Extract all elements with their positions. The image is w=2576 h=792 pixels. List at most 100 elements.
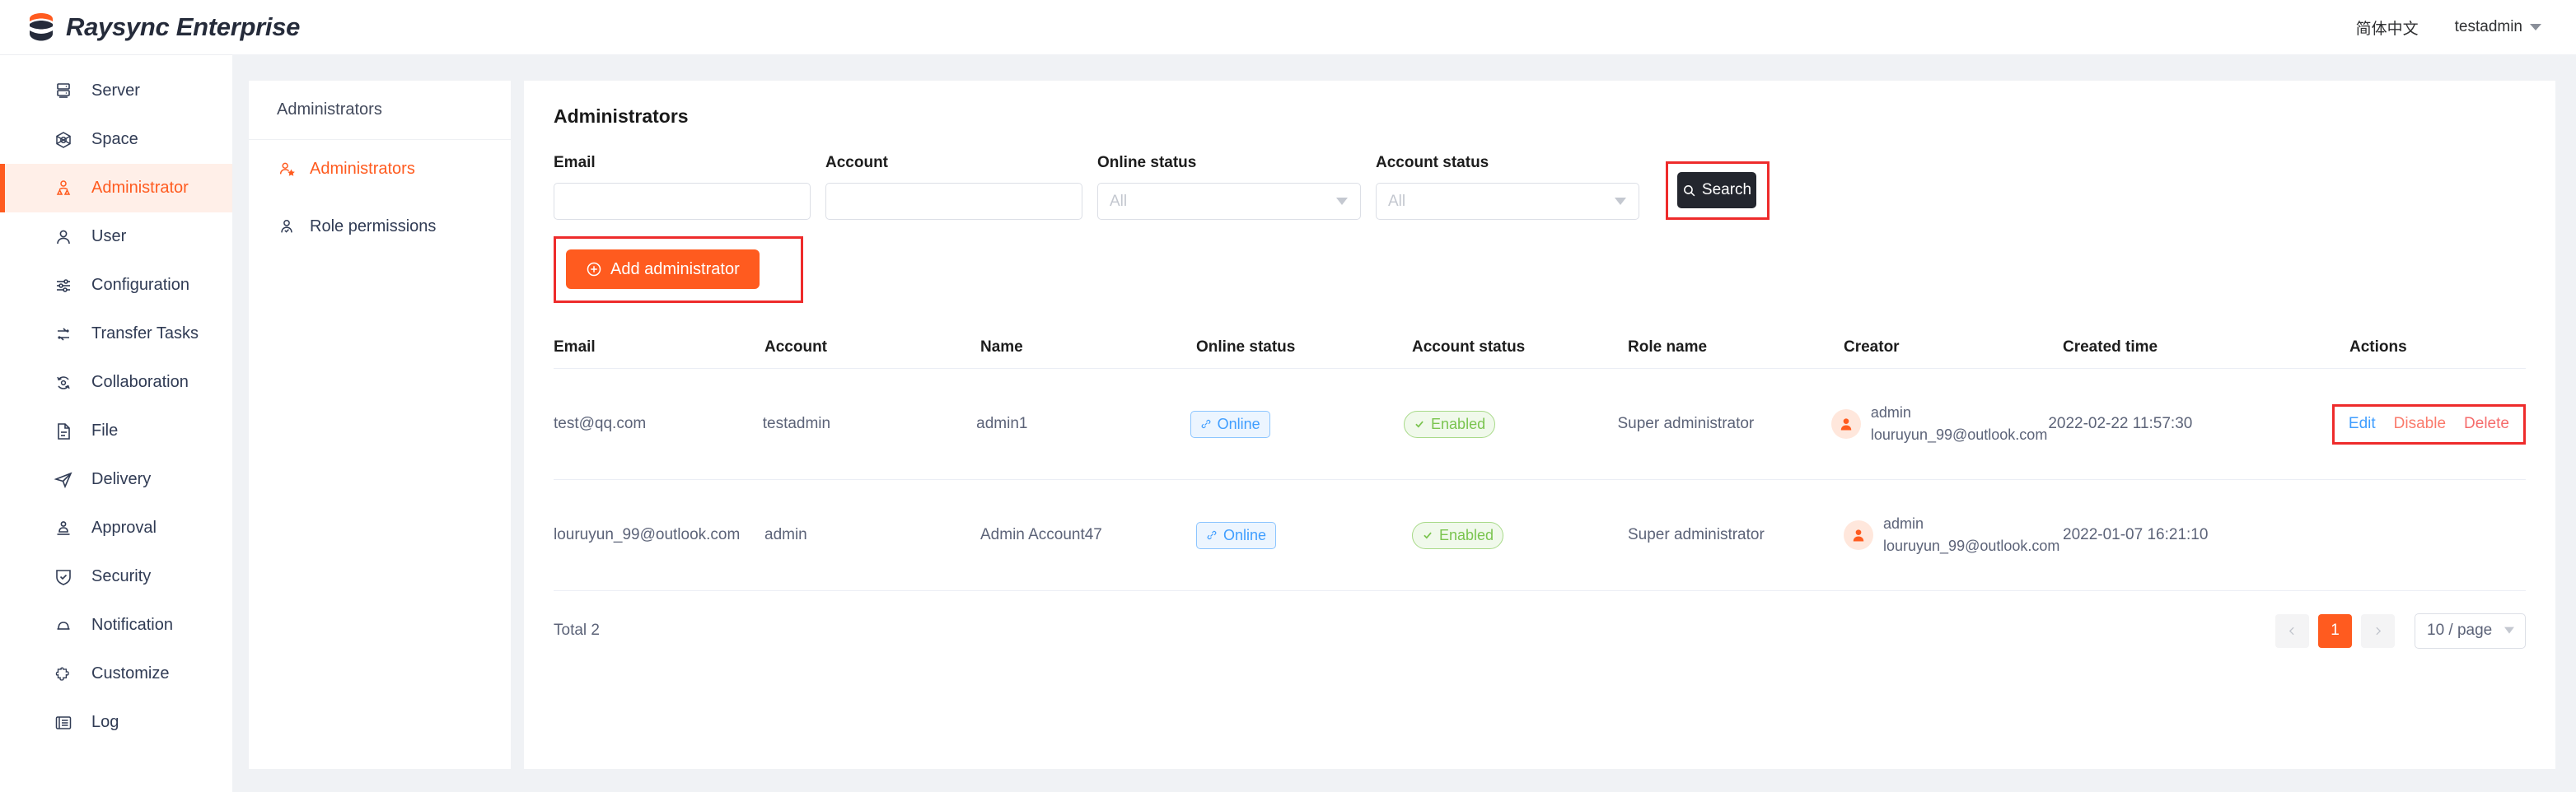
email-input[interactable] — [554, 183, 811, 220]
filter-online-status-label: Online status — [1097, 154, 1197, 171]
sidebar-item-notification[interactable]: Notification — [0, 601, 232, 650]
creator-text: admin louruyun_99@outlook.com — [1871, 402, 2047, 446]
language-switch[interactable]: 简体中文 — [2356, 16, 2419, 39]
user-menu[interactable]: testadmin — [2455, 18, 2541, 36]
user-icon — [53, 226, 74, 248]
pager-controls: 1 10 / page — [2275, 613, 2526, 649]
page-title: Administrators — [554, 105, 689, 127]
prev-page-button[interactable] — [2275, 613, 2309, 648]
account-status-select[interactable]: All — [1376, 183, 1639, 220]
account-input[interactable] — [825, 183, 1082, 220]
subnav-item-role-permissions[interactable]: Role permissions — [249, 198, 511, 255]
brand-name: Raysync Enterprise — [66, 12, 301, 41]
sidebar-item-file[interactable]: File — [0, 407, 232, 455]
filter-email-label: Email — [554, 154, 596, 171]
add-administrator-button[interactable]: Add administrator — [566, 249, 760, 289]
subnav-item-administrators[interactable]: Administrators — [249, 140, 511, 198]
sidebar-item-administrator[interactable]: Administrator — [0, 164, 232, 212]
cell-created-time: 2022-01-07 16:21:10 — [2063, 526, 2209, 543]
sidebar-item-log[interactable]: Log — [0, 698, 232, 747]
subnav-item-label: Role permissions — [310, 217, 437, 235]
table-row: louruyun_99@outlook.com admin Admin Acco… — [554, 480, 2526, 591]
chevron-down-icon — [1615, 197, 1626, 205]
status-badge-online: Online — [1196, 521, 1277, 549]
filter-account: Account — [825, 154, 1082, 220]
sidebar-item-approval[interactable]: Approval — [0, 504, 232, 552]
bell-icon — [53, 615, 74, 636]
cell-online-status: Online — [1196, 521, 1412, 549]
table-row: test@qq.com testadmin admin1 Online Enab… — [554, 369, 2526, 480]
account-status-text: Enabled — [1431, 415, 1486, 432]
sidebar-item-configuration[interactable]: Configuration — [0, 261, 232, 310]
disable-action[interactable]: Disable — [2394, 415, 2446, 433]
sidebar-item-server[interactable]: Server — [0, 67, 232, 115]
sidebar-item-label: File — [91, 422, 119, 440]
main-sidebar: Server Space Administrator User Configur… — [0, 54, 232, 792]
column-header-creator: Creator — [1844, 338, 1900, 356]
add-administrator-highlight-box: Add administrator — [554, 236, 803, 303]
chevron-right-icon — [2376, 627, 2382, 635]
sidebar-item-user[interactable]: User — [0, 212, 232, 261]
admin-star-icon — [277, 159, 297, 179]
creator-email: louruyun_99@outlook.com — [1870, 426, 2048, 443]
cell-creator: admin louruyun_99@outlook.com — [1844, 513, 2063, 557]
column-header-actions: Actions — [2349, 338, 2407, 356]
creator-name: admin — [1883, 515, 1924, 532]
sidebar-item-label: Collaboration — [91, 373, 189, 391]
transfer-icon — [53, 324, 74, 345]
row-actions-highlight-box: Edit Disable Delete — [2331, 403, 2526, 445]
column-header-account: Account — [764, 338, 827, 356]
sidebar-item-label: User — [91, 227, 127, 245]
user-check-icon — [277, 217, 297, 236]
delete-action[interactable]: Delete — [2464, 415, 2509, 433]
cell-created-time: 2022-02-22 11:57:30 — [2048, 415, 2193, 432]
cell-email: louruyun_99@outlook.com — [554, 526, 741, 543]
check-icon — [1415, 421, 1424, 428]
approval-stamp-icon — [53, 518, 74, 539]
cell-account: admin — [764, 526, 807, 543]
online-status-value: All — [1110, 192, 1128, 210]
sidebar-item-space[interactable]: Space — [0, 115, 232, 164]
search-button[interactable]: Search — [1677, 172, 1756, 208]
plus-circle-icon — [587, 262, 601, 277]
creator-text: admin louruyun_99@outlook.com — [1883, 513, 2059, 557]
sidebar-item-collaboration[interactable]: Collaboration — [0, 358, 232, 407]
space-icon — [53, 129, 74, 151]
cell-account: testadmin — [762, 415, 831, 432]
page-number-1[interactable]: 1 — [2318, 613, 2352, 648]
cell-role-name: Super administrator — [1628, 526, 1765, 543]
account-status-value: All — [1388, 192, 1406, 210]
avatar-glyph — [1840, 418, 1852, 431]
administrators-table: Email Account Name Online status Account… — [554, 326, 2526, 591]
sidebar-item-label: Customize — [91, 664, 170, 683]
status-badge-enabled: Enabled — [1412, 521, 1504, 549]
sidebar-item-label: Transfer Tasks — [91, 324, 199, 342]
header-right-controls: 简体中文 testadmin — [2356, 16, 2576, 39]
top-header-bar: Raysync Enterprise 简体中文 testadmin — [0, 0, 2576, 54]
filter-bar: Email Account Online status All Account … — [554, 154, 2526, 220]
log-list-icon — [53, 712, 74, 734]
sidebar-item-label: Security — [91, 567, 152, 585]
subnav-item-label: Administrators — [310, 159, 415, 178]
next-page-button[interactable] — [2361, 613, 2395, 648]
filter-account-status: Account status All — [1376, 154, 1639, 220]
collaboration-icon — [53, 372, 74, 394]
link-chain-icon — [1207, 530, 1217, 540]
sidebar-item-security[interactable]: Security — [0, 552, 232, 601]
brand-logo-area: Raysync Enterprise — [0, 11, 300, 44]
cell-online-status: Online — [1190, 410, 1404, 438]
chevron-left-icon — [2288, 627, 2294, 635]
sidebar-item-label: Configuration — [91, 276, 189, 294]
cell-actions: Edit Disable Delete — [2331, 403, 2526, 445]
sidebar-item-customize[interactable]: Customize — [0, 650, 232, 698]
edit-action[interactable]: Edit — [2349, 415, 2376, 433]
server-icon — [53, 81, 74, 102]
administrator-icon — [53, 178, 74, 199]
cell-account-status: Enabled — [1404, 410, 1617, 438]
online-status-select[interactable]: All — [1097, 183, 1361, 220]
page-size-value: 10 / page — [2427, 622, 2493, 639]
page-size-select[interactable]: 10 / page — [2415, 613, 2526, 649]
sidebar-item-transfer-tasks[interactable]: Transfer Tasks — [0, 310, 232, 358]
administrator-subnav-panel: Administrators Administrators Role permi… — [249, 81, 511, 769]
sidebar-item-delivery[interactable]: Delivery — [0, 455, 232, 504]
